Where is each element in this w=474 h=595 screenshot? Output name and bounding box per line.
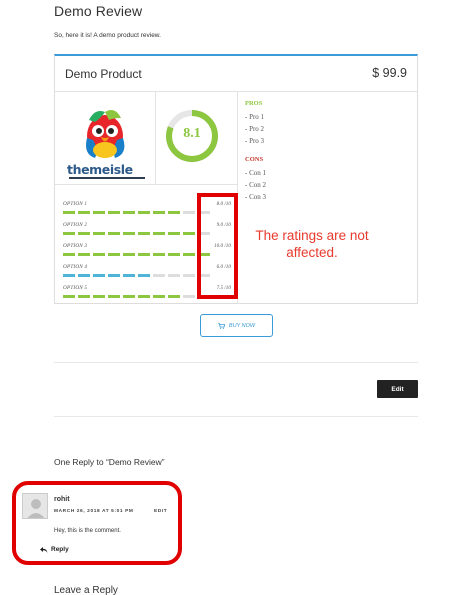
cons-item: - Con 3: [245, 193, 266, 201]
brand-underline: [69, 177, 145, 179]
comment-edit-link[interactable]: EDIT: [154, 509, 167, 514]
rating-segment: [93, 232, 105, 235]
parrot-icon: [86, 110, 125, 158]
rating-segment: [63, 232, 75, 235]
rating-segment: [123, 211, 135, 214]
cons-item: - Con 2: [245, 181, 266, 189]
rating-segment: [78, 211, 90, 214]
reply-link[interactable]: Reply: [40, 546, 69, 553]
rating-segment: [183, 253, 195, 256]
pros-item: - Pro 1: [245, 113, 265, 121]
rating-segment: [63, 274, 75, 277]
divider: [54, 362, 418, 363]
rating-segment: [183, 232, 195, 235]
pros-item: - Pro 3: [245, 137, 265, 145]
edit-button[interactable]: Edit: [377, 380, 418, 398]
rating-segment: [63, 295, 75, 298]
rating-segment: [108, 211, 120, 214]
comment-text: Hey, this is the comment.: [54, 528, 121, 534]
rating-segment: [153, 274, 165, 277]
pros-item: - Pro 2: [245, 125, 265, 133]
leave-reply-title: Leave a Reply: [54, 585, 118, 595]
rating-segment: [78, 232, 90, 235]
rating-segment: [93, 253, 105, 256]
product-name: Demo Product: [65, 67, 142, 81]
rating-segment: [183, 274, 195, 277]
rating-segment: [168, 274, 180, 277]
buy-now-label: BUY NOW: [228, 322, 256, 329]
score-gauge: 8.1: [164, 108, 220, 164]
rating-segment: [108, 253, 120, 256]
option-label: OPTION 2: [63, 222, 88, 228]
rating-segment: [153, 211, 165, 214]
rating-segment: [123, 253, 135, 256]
reply-label: Reply: [51, 546, 69, 553]
rating-segment: [138, 295, 150, 298]
divider: [54, 416, 418, 417]
product-price: $ 99.9: [372, 66, 407, 80]
rating-segment: [138, 211, 150, 214]
rating-segment: [168, 253, 180, 256]
rating-segment: [63, 211, 75, 214]
comment-date[interactable]: MARCH 26, 2018 AT 5:01 PM: [54, 509, 134, 514]
rating-segment: [93, 211, 105, 214]
rating-segment: [108, 295, 120, 298]
rating-segment: [138, 253, 150, 256]
option-label: OPTION 3: [63, 243, 88, 249]
page-title: Demo Review: [54, 3, 143, 19]
buy-now-button[interactable]: BUY NOW: [200, 314, 273, 337]
cons-title: CONS: [245, 156, 264, 163]
rating-segment: [138, 232, 150, 235]
rating-segment: [93, 274, 105, 277]
rating-segment: [78, 253, 90, 256]
rating-segment: [123, 295, 135, 298]
rating-segment: [153, 295, 165, 298]
ratings-highlight-box: [197, 193, 238, 299]
comments-title: One Reply to “Demo Review”: [54, 457, 165, 467]
rating-segment: [168, 211, 180, 214]
option-label: OPTION 5: [63, 285, 88, 291]
comment-author[interactable]: rohit: [54, 496, 70, 503]
cons-item: - Con 1: [245, 169, 266, 177]
rating-segment: [168, 295, 180, 298]
divider-v1: [155, 92, 156, 184]
rating-segment: [108, 274, 120, 277]
rating-segment: [138, 274, 150, 277]
divider-h: [55, 184, 237, 185]
rating-segment: [168, 232, 180, 235]
avatar: [22, 493, 48, 519]
product-logo: themeisle: [65, 106, 149, 179]
ratings-annotation: The ratings are not affected.: [255, 228, 369, 260]
pros-title: PROS: [245, 100, 263, 107]
user-icon: [27, 499, 45, 518]
brand-word: themeisle: [67, 162, 133, 177]
rating-segment: [153, 232, 165, 235]
rating-segment: [183, 211, 195, 214]
score-value: 8.1: [183, 126, 201, 141]
rating-segment: [153, 253, 165, 256]
rating-segment: [78, 295, 90, 298]
rating-segment: [183, 295, 195, 298]
rating-segment: [123, 232, 135, 235]
rating-segment: [123, 274, 135, 277]
reply-arrow-icon: [40, 546, 48, 553]
rating-segment: [78, 274, 90, 277]
option-label: OPTION 1: [63, 201, 88, 207]
rating-segment: [93, 295, 105, 298]
post-intro: So, here it is! A demo product review.: [54, 32, 161, 39]
option-label: OPTION 4: [63, 264, 88, 270]
cart-icon: [217, 322, 225, 329]
rating-segment: [63, 253, 75, 256]
review-header: Demo Product $ 99.9: [55, 56, 417, 92]
rating-segment: [108, 232, 120, 235]
